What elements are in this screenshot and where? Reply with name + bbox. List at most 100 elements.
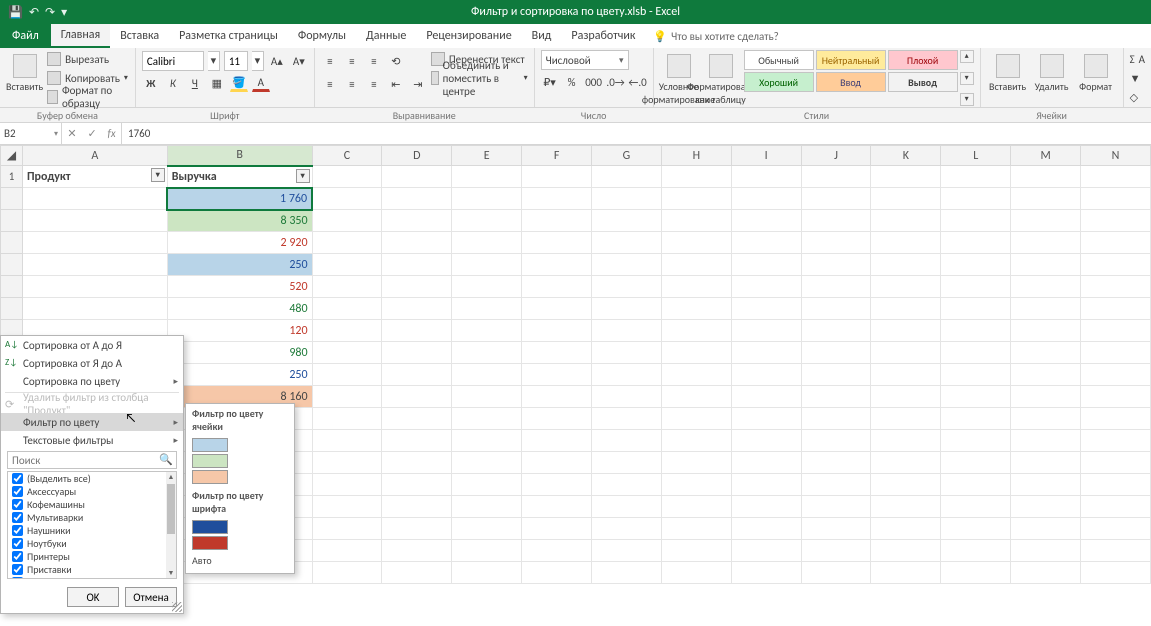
cell[interactable] [941,276,1011,298]
cell[interactable] [522,562,592,584]
cell[interactable] [452,320,522,342]
cell-A1[interactable]: Продукт▾ [22,166,167,188]
cell[interactable] [871,210,941,232]
row-header[interactable] [1,276,23,298]
cell[interactable] [801,562,871,584]
cell[interactable] [382,254,452,276]
cell-color-blue-swatch[interactable] [192,438,228,452]
column-header-G[interactable]: G [592,146,662,166]
cell[interactable] [522,496,592,518]
cell[interactable] [871,342,941,364]
cell[interactable] [731,254,801,276]
cell[interactable] [312,342,382,364]
cell[interactable] [661,298,731,320]
cell[interactable] [871,320,941,342]
cell[interactable] [661,232,731,254]
cell[interactable] [452,210,522,232]
menu-sort-za[interactable]: Z↓Сортировка от Я до А [1,354,183,372]
filter-search-input[interactable] [7,451,177,469]
format-as-table-button[interactable]: Форматировать как таблицу [702,50,740,106]
cell[interactable] [452,562,522,584]
cell[interactable] [312,430,382,452]
qat-dropdown-icon[interactable]: ▾ [61,5,67,20]
cell[interactable] [382,430,452,452]
cell[interactable] [592,430,662,452]
row-header[interactable] [1,188,23,210]
cell[interactable] [522,364,592,386]
checkbox[interactable] [12,473,23,484]
column-header-E[interactable]: E [452,146,522,166]
cell[interactable] [1011,210,1081,232]
column-header-B[interactable]: B [167,146,312,166]
cell[interactable] [382,298,452,320]
cell[interactable] [661,562,731,584]
save-icon[interactable]: 💾 [8,5,23,20]
style-input[interactable]: Ввод [816,72,886,92]
filter-dropdown-button[interactable]: ▾ [151,168,165,182]
font-color-blue-swatch[interactable] [192,520,228,534]
cell[interactable] [731,320,801,342]
column-header-A[interactable]: A [22,146,167,166]
column-header-M[interactable]: M [1011,146,1081,166]
column-header-D[interactable]: D [382,146,452,166]
checkbox[interactable] [12,525,23,536]
cell[interactable] [1011,342,1081,364]
style-normal[interactable]: Обычный [744,50,814,70]
cell[interactable] [801,408,871,430]
cell[interactable] [382,342,452,364]
font-name-dropdown[interactable]: ▾ [208,51,220,71]
filter-item-select-all[interactable]: (Выделить все) [8,472,176,485]
row-header[interactable] [1,232,23,254]
accept-fx-icon[interactable]: ✓ [87,127,96,140]
tab-view[interactable]: Вид [522,24,562,48]
checklist-scrollbar[interactable]: ▲▼ [166,472,176,578]
cancel-fx-icon[interactable]: ✕ [67,127,76,140]
tab-insert[interactable]: Вставка [110,24,169,48]
cell[interactable] [312,386,382,408]
cell[interactable] [452,386,522,408]
cell[interactable] [801,518,871,540]
cell-color-green-swatch[interactable] [192,454,228,468]
cell[interactable] [312,276,382,298]
tab-review[interactable]: Рецензирование [416,24,521,48]
cell[interactable] [801,276,871,298]
cell[interactable] [382,452,452,474]
format-painter-button[interactable]: Формат по образцу [47,88,129,106]
cell[interactable] [382,408,452,430]
cell[interactable] [661,320,731,342]
cell[interactable] [22,298,167,320]
cell[interactable] [1011,320,1081,342]
menu-text-filters[interactable]: Текстовые фильтры▸ [1,431,183,449]
cell[interactable] [871,452,941,474]
formula-input[interactable]: 1760 [122,123,1151,144]
cell[interactable] [801,342,871,364]
cell[interactable] [22,188,167,210]
cell-B9[interactable]: 980 [167,342,312,364]
cell[interactable] [452,474,522,496]
cell[interactable] [941,232,1011,254]
column-header-C[interactable]: C [312,146,382,166]
cell[interactable] [592,364,662,386]
cut-button[interactable]: Вырезать [47,50,129,68]
cell[interactable] [801,430,871,452]
cell[interactable] [1011,408,1081,430]
insert-cells-button[interactable]: Вставить [987,50,1029,93]
cell[interactable] [592,386,662,408]
filter-item[interactable]: Мультиварки [8,511,176,524]
style-bad[interactable]: Плохой [888,50,958,70]
delete-cells-button[interactable]: Удалить [1031,50,1073,93]
checkbox[interactable] [12,512,23,523]
cell[interactable] [522,254,592,276]
clear-button[interactable]: ◇ [1130,88,1145,106]
cell[interactable] [312,562,382,584]
cell[interactable] [592,188,662,210]
cell-B5[interactable]: 250 [167,254,312,276]
column-header-K[interactable]: K [871,146,941,166]
cell[interactable] [1011,386,1081,408]
cell[interactable] [1081,540,1151,562]
tab-home[interactable]: Главная [51,24,110,48]
cell[interactable] [941,210,1011,232]
autosum-button[interactable]: ΣA [1130,50,1145,68]
cell-color-peach-swatch[interactable] [192,470,228,484]
cell[interactable] [382,232,452,254]
